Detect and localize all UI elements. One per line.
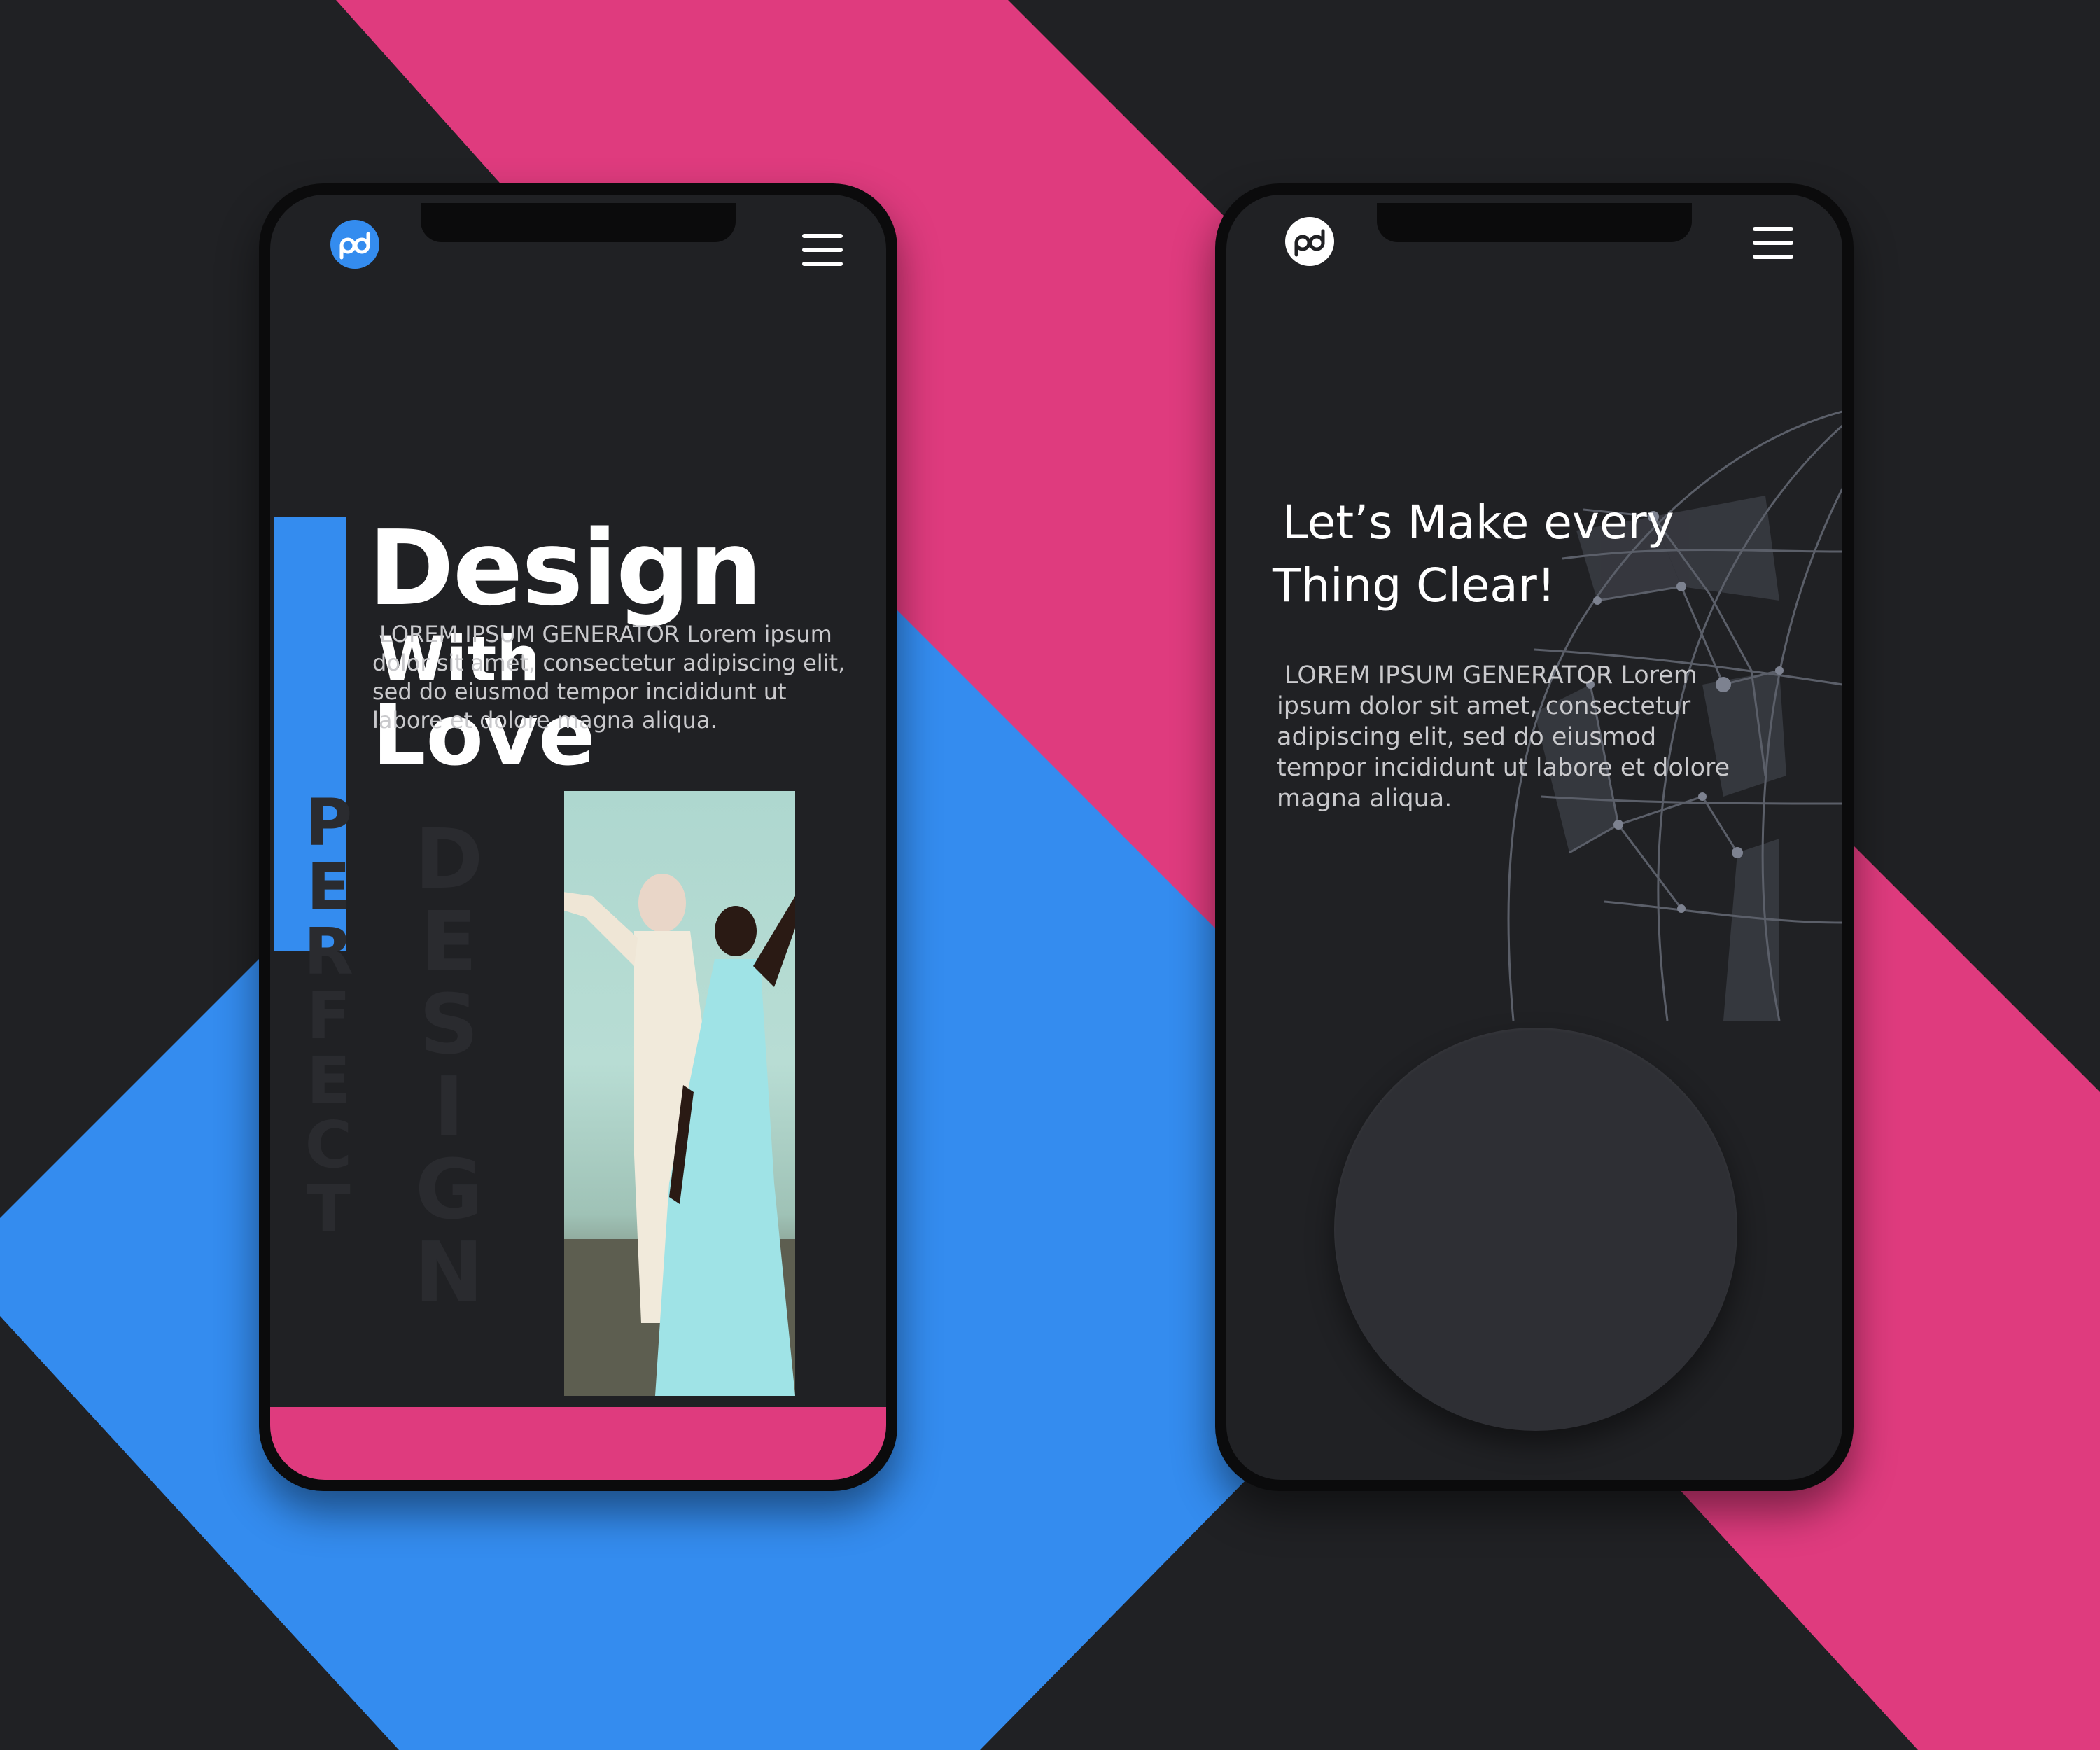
vertical-letter: C	[304, 1107, 353, 1182]
head-2	[715, 906, 757, 956]
menu-line	[1753, 241, 1793, 245]
right-screen: Let’s Make every Thing Clear! LOREM IPSU…	[1226, 195, 1842, 1480]
head-1	[638, 874, 686, 932]
pd-logo-glyph	[331, 220, 379, 268]
menu-line	[1753, 255, 1793, 259]
figure-2-arm	[753, 896, 795, 987]
menu-line	[802, 262, 843, 266]
menu-line	[802, 248, 843, 252]
menu-line	[802, 234, 843, 238]
left-screen: Design With Love LOREM IPSUM GENERATOR L…	[270, 195, 886, 1480]
vertical-word-design: DESIGN	[414, 818, 484, 1313]
heading-line-2: Thing Clear!	[1273, 559, 1556, 612]
heading-line-1: Let’s Make every	[1282, 496, 1674, 550]
vertical-letter: G	[414, 1141, 483, 1238]
pd-logo-icon[interactable]	[330, 220, 379, 269]
menu-line	[1753, 227, 1793, 231]
dancers-illustration	[564, 874, 795, 1396]
hamburger-menu-icon[interactable]	[802, 234, 843, 266]
pd-logo-glyph	[1286, 218, 1334, 265]
vertical-letter: F	[306, 979, 351, 1054]
body-text: LOREM IPSUM GENERATOR Lorem ipsum dolor …	[372, 620, 848, 735]
vertical-letter: P	[304, 785, 353, 860]
body-text-content: LOREM IPSUM GENERATOR Lorem ipsum dolor …	[372, 621, 846, 734]
dancers-photo	[564, 791, 795, 1396]
bottom-pink-bar	[270, 1407, 886, 1480]
vertical-letter: E	[421, 893, 477, 990]
page-heading: Let’s Make every Thing Clear!	[1273, 491, 1805, 617]
headline-line-1: Design	[368, 508, 762, 629]
vertical-letter: D	[414, 811, 484, 907]
vertical-word-perfect: PERFECT	[304, 791, 354, 1242]
phone-left: Design With Love LOREM IPSUM GENERATOR L…	[259, 183, 897, 1491]
hamburger-menu-icon[interactable]	[1753, 227, 1793, 259]
phone-notch	[421, 203, 736, 242]
vertical-letter: S	[419, 976, 479, 1072]
figure-1-arm	[564, 892, 638, 966]
vertical-letter: T	[307, 1172, 351, 1247]
vertical-letter: I	[433, 1058, 465, 1155]
body-text-content: LOREM IPSUM GENERATOR Lorem ipsum dolor …	[1277, 662, 1730, 813]
body-text: LOREM IPSUM GENERATOR Lorem ipsum dolor …	[1277, 660, 1753, 814]
phone-notch	[1377, 203, 1692, 242]
pd-logo-icon[interactable]	[1285, 217, 1334, 266]
vertical-letter: N	[414, 1224, 484, 1320]
vertical-letter: R	[304, 914, 354, 989]
phone-right: Let’s Make every Thing Clear! LOREM IPSU…	[1215, 183, 1854, 1491]
circle-button[interactable]	[1334, 1028, 1737, 1431]
vertical-letter: E	[306, 1043, 351, 1118]
vertical-letter: E	[306, 850, 351, 925]
